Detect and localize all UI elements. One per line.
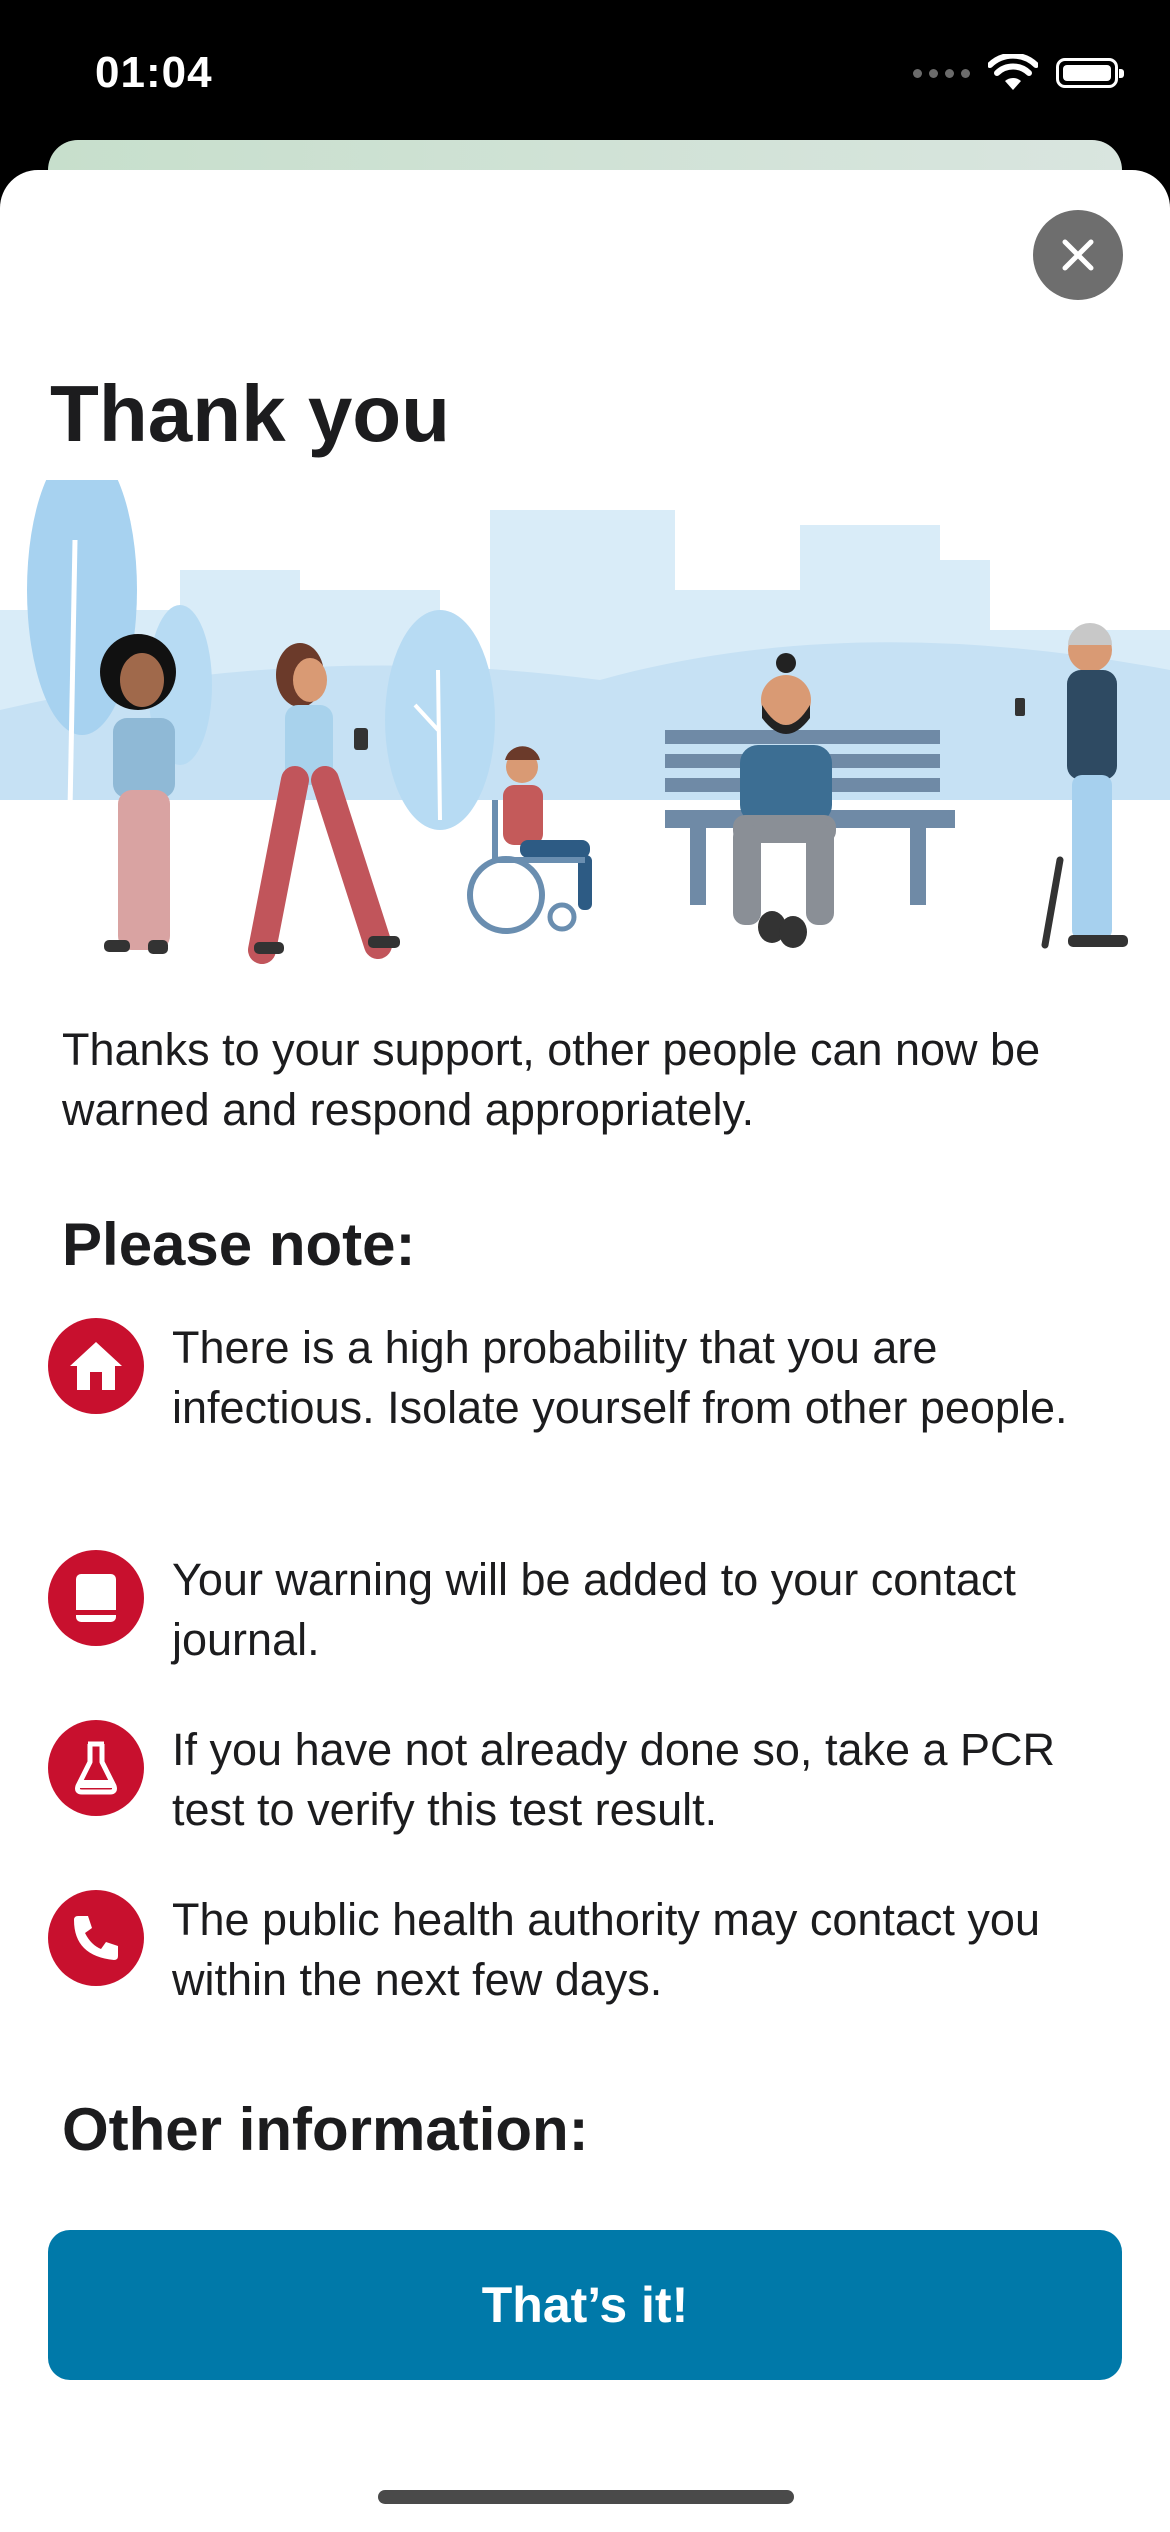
note-text: If you have not already done so, take a …: [172, 1724, 1056, 1835]
journal-icon: [48, 1550, 144, 1646]
people-in-park-illustration: [0, 480, 1170, 964]
other-information-heading: Other information:: [62, 2096, 589, 2163]
status-bar: 01:04: [0, 0, 1170, 150]
home-indicator[interactable]: [378, 2490, 794, 2504]
note-text: The public health authority may contact …: [172, 1894, 1040, 2005]
thank-you-message: Thanks to your support, other people can…: [62, 1024, 1041, 1135]
close-icon: [1062, 239, 1094, 271]
thats-it-button[interactable]: That’s it!: [48, 2230, 1122, 2380]
battery-icon: [1056, 58, 1124, 88]
close-button[interactable]: [1033, 210, 1123, 300]
status-icons: [913, 54, 1124, 92]
status-time: 01:04: [95, 48, 213, 97]
cellular-signal-icon: [913, 68, 970, 78]
page-title: Thank you: [50, 369, 451, 458]
note-text: There is a high probability that you are…: [172, 1322, 1068, 1433]
home-icon: [48, 1318, 144, 1414]
phone-icon: [48, 1890, 144, 1986]
wifi-icon: [988, 54, 1038, 90]
please-note-heading: Please note:: [62, 1211, 416, 1278]
test-flask-icon: [48, 1720, 144, 1816]
note-text: Your warning will be added to your conta…: [172, 1554, 1016, 1665]
thank-you-sheet: Thank you Thanks to your support, other …: [0, 170, 1170, 2532]
